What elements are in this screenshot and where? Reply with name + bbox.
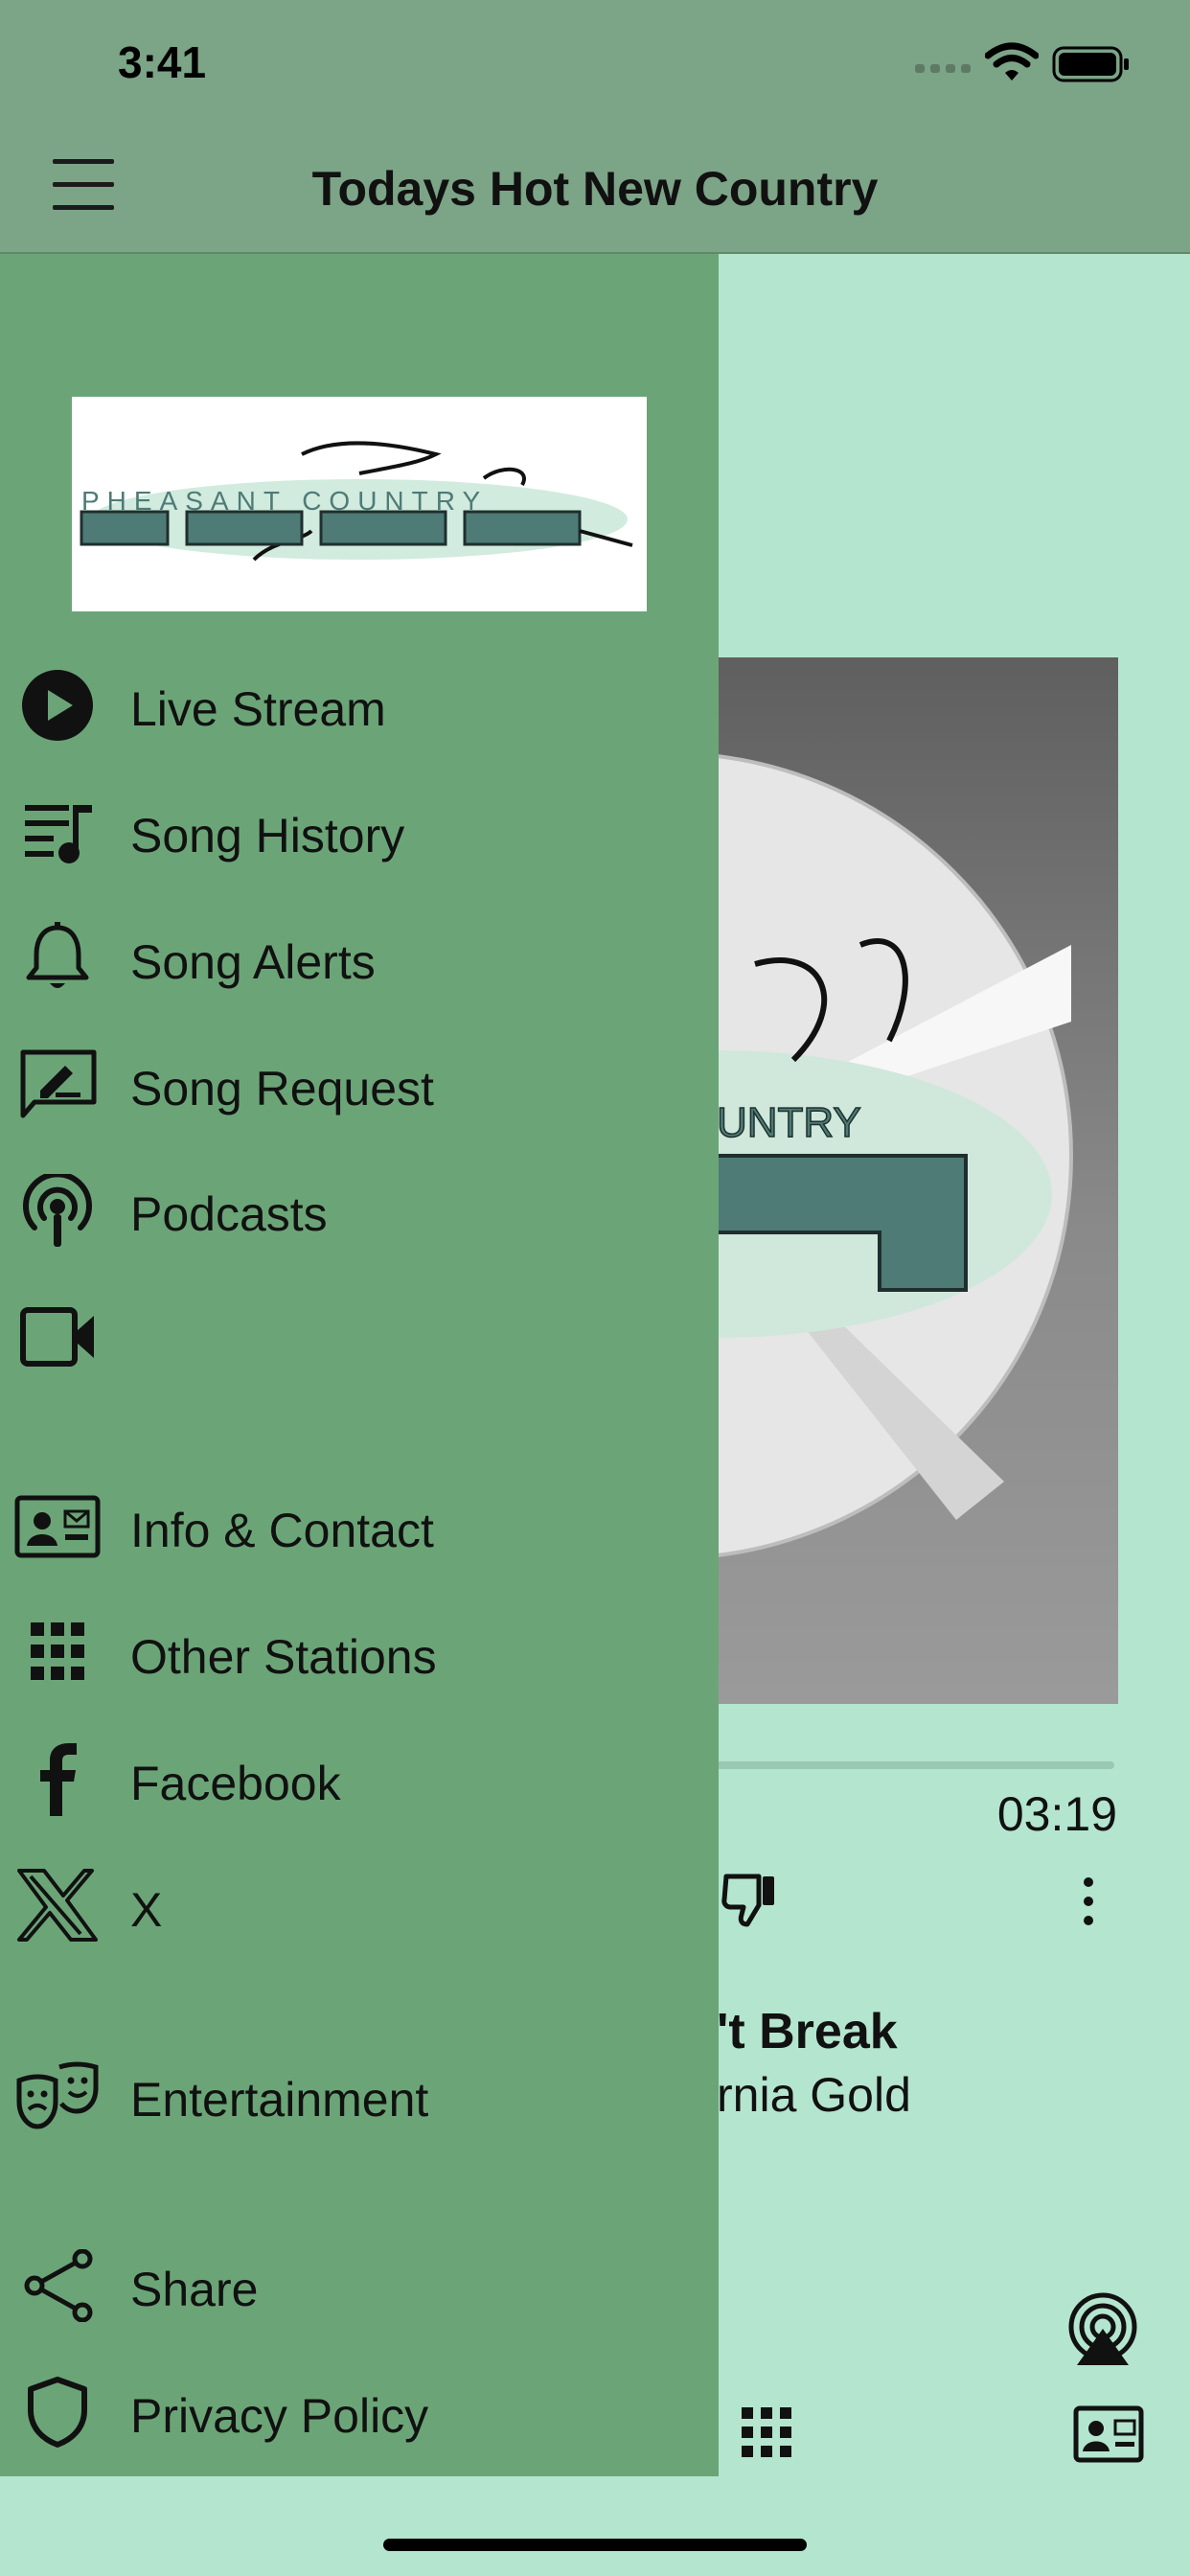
album-art: UNTRY — [717, 657, 1118, 1704]
airplay-icon[interactable] — [1065, 2292, 1140, 2367]
menu-item-live-stream[interactable]: Live Stream — [0, 653, 719, 758]
menu-label: Live Stream — [130, 682, 386, 736]
menu-label: Song Alerts — [130, 935, 376, 989]
duration-label: 03:19 — [996, 1787, 1117, 1841]
x-logo-icon — [17, 1869, 98, 1942]
page-title: Todays Hot New Country — [311, 162, 879, 216]
menu-label: Facebook — [130, 1757, 341, 1810]
menu-item-video[interactable] — [0, 1284, 719, 1390]
shield-icon — [28, 2377, 87, 2448]
menu-label: Song Request — [130, 1062, 434, 1116]
menu-item-podcasts[interactable]: Podcasts — [0, 1158, 719, 1263]
podcast-icon — [23, 1174, 92, 1247]
thumbs-down-icon[interactable] — [721, 1871, 780, 1928]
menu-label: Other Stations — [130, 1630, 437, 1684]
share-icon — [24, 2249, 93, 2322]
theater-masks-icon — [16, 2061, 99, 2129]
contact-card-icon — [14, 1495, 101, 1558]
facebook-icon — [40, 1743, 77, 1816]
menu-item-x[interactable]: X — [0, 1853, 719, 1959]
status-time: 3:41 — [118, 37, 207, 87]
video-camera-icon — [20, 1307, 94, 1367]
grid-icon — [31, 1622, 84, 1680]
playlist-icon — [25, 805, 92, 863]
home-indicator[interactable] — [383, 2539, 807, 2551]
station-logo: PHEASANT COUNTRY — [72, 397, 647, 611]
more-options-icon[interactable] — [1073, 1874, 1104, 1928]
menu-item-facebook[interactable]: Facebook — [0, 1727, 719, 1832]
menu-label: Info & Contact — [130, 1504, 434, 1557]
menu-label: Share — [130, 2263, 259, 2316]
song-title: 't Break — [717, 2004, 898, 2059]
album-art-text: UNTRY — [717, 1099, 861, 1146]
menu-item-other-stations[interactable]: Other Stations — [0, 1600, 719, 1706]
song-artist: rnia Gold — [717, 2068, 911, 2122]
menu-item-song-history[interactable]: Song History — [0, 779, 719, 885]
menu-label: X — [130, 1883, 163, 1937]
grid-icon[interactable] — [742, 2407, 791, 2457]
menu-item-entertainment[interactable]: Entertainment — [0, 2043, 719, 2149]
menu-item-info-contact[interactable]: Info & Contact — [0, 1474, 719, 1579]
menu-label: Podcasts — [130, 1187, 328, 1241]
menu-item-share[interactable]: Share — [0, 2233, 719, 2338]
request-icon — [20, 1049, 97, 1118]
menu-label: Song History — [130, 809, 405, 862]
contact-card-icon[interactable] — [1073, 2405, 1144, 2463]
menu-label: Privacy Policy — [130, 2389, 429, 2443]
progress-bar[interactable] — [717, 1761, 1114, 1769]
bell-icon — [26, 922, 89, 988]
cellular-signal-icon — [915, 64, 971, 73]
menu-label: Entertainment — [130, 2073, 429, 2127]
battery-icon — [1052, 46, 1129, 82]
menu-item-song-alerts[interactable]: Song Alerts — [0, 906, 719, 1011]
menu-item-song-request[interactable]: Song Request — [0, 1032, 719, 1138]
menu-item-privacy-policy[interactable]: Privacy Policy — [0, 2359, 719, 2465]
wifi-icon — [985, 42, 1039, 80]
play-circle-icon — [22, 670, 93, 741]
